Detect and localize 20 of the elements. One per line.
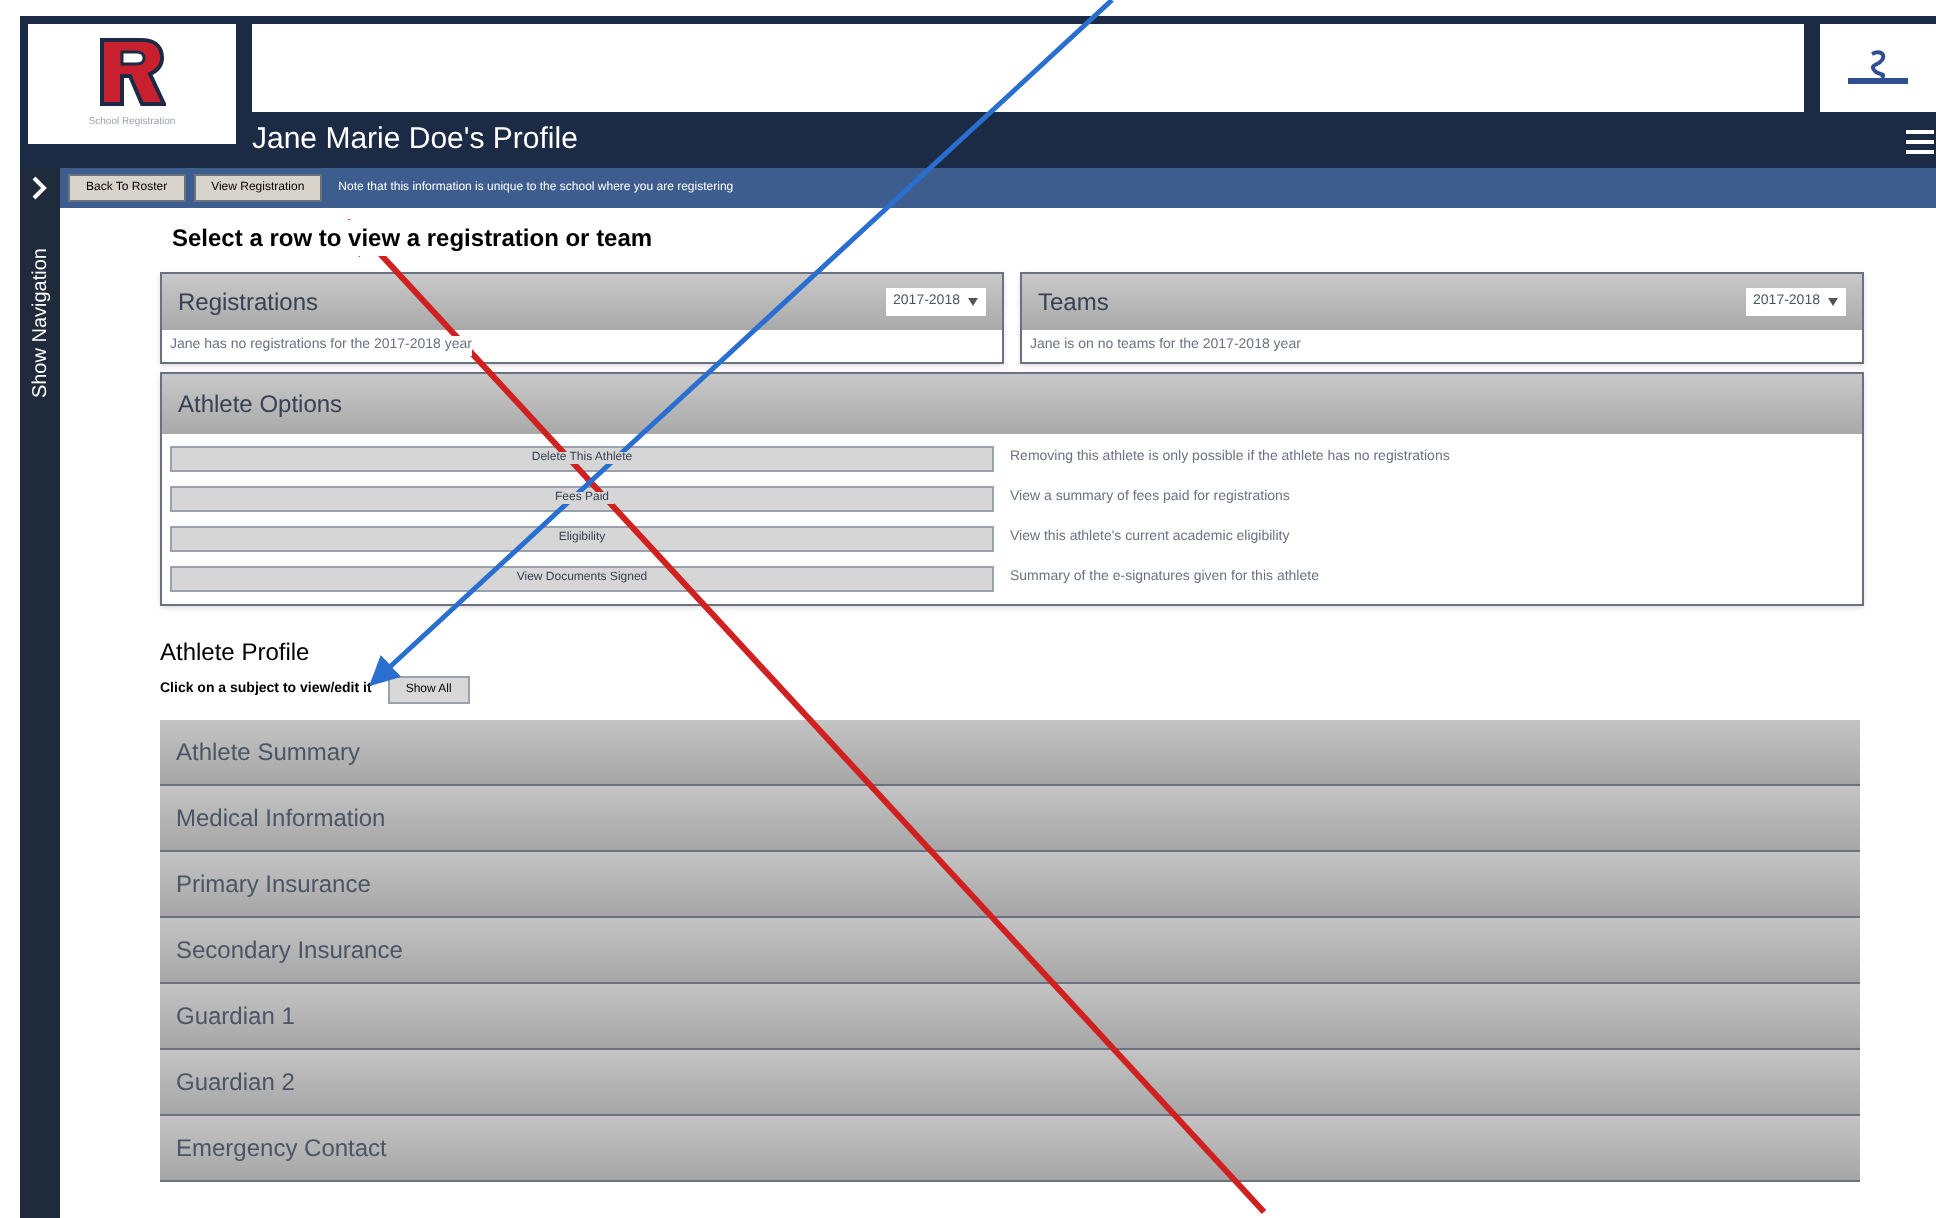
accordion-header[interactable]: Emergency Contact: [160, 1116, 1860, 1182]
panel-title: Athlete Options: [178, 388, 343, 422]
letter-r-logo-icon: [98, 36, 166, 109]
accordion-header[interactable]: Guardian 2: [160, 1050, 1860, 1116]
accordion-header[interactable]: Primary Insurance: [160, 852, 1860, 918]
chevron-icon: [32, 176, 48, 200]
section-heading: Athlete Profile: [160, 636, 312, 670]
panel-title: Teams: [1038, 286, 1109, 320]
page-title: Jane Marie Doe's Profile: [252, 120, 580, 160]
dropdown-caret-icon: [1828, 298, 1838, 306]
menu-icon[interactable]: [1906, 130, 1934, 154]
side-navigation[interactable]: Show Navigation: [20, 168, 60, 1218]
instruction-text: Select a row to view a registration or team: [172, 220, 653, 256]
navigation-label: Show Navigation: [27, 248, 53, 399]
accordion-header[interactable]: Guardian 1: [160, 984, 1860, 1050]
accordion-header[interactable]: Secondary Insurance: [160, 918, 1860, 984]
accordion-header[interactable]: Medical Information: [160, 786, 1860, 852]
panel-title: Registrations: [178, 286, 319, 320]
dropdown-caret-icon: [968, 298, 978, 306]
accordion-header[interactable]: Athlete Summary: [160, 720, 1860, 786]
